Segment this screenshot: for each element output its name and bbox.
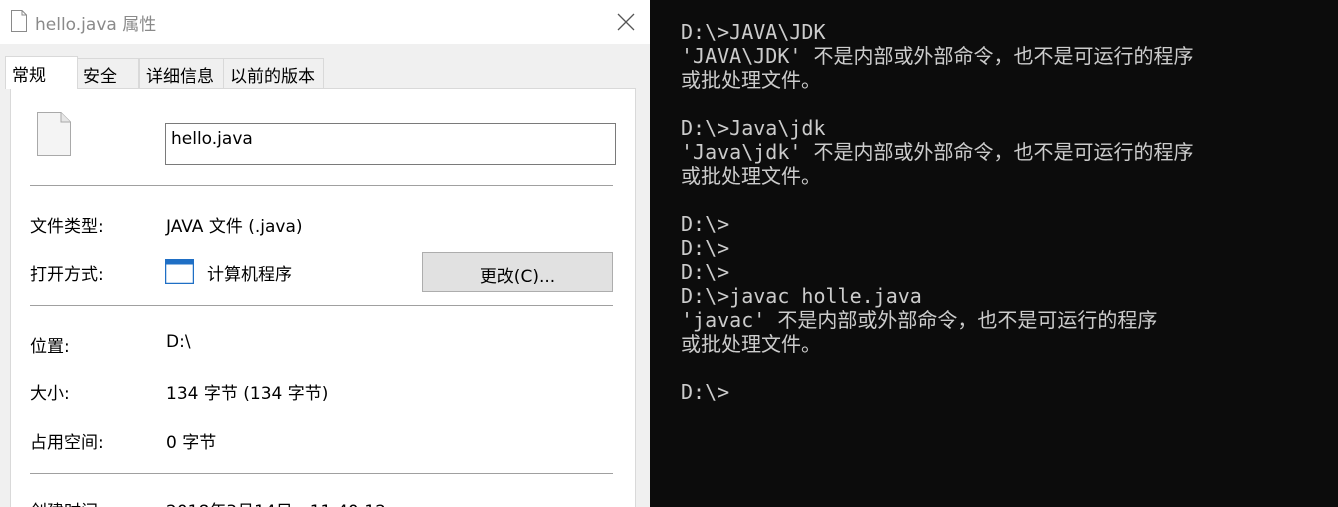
window-title: hello.java 属性 [35,15,157,35]
document-icon [37,112,71,156]
application-icon [165,259,194,284]
tab-details[interactable]: 详细信息 [139,58,224,88]
close-button[interactable] [604,0,648,44]
console-line: D:\> [681,212,730,236]
console-line: D:\> [681,260,730,284]
close-icon [617,13,635,31]
tab-previous-versions[interactable]: 以前的版本 [223,58,324,88]
console-line: 'javac' 不是内部或外部命令，也不是可运行的程序 [681,308,1158,332]
created-label: 创建时间: [30,497,104,507]
opens-with-label: 打开方式: [30,265,104,285]
tab-strip: 常规 安全 详细信息 以前的版本 [0,44,650,89]
tab-security[interactable]: 安全 [76,58,139,88]
properties-dialog: hello.java 属性 常规 安全 详细信息 以前的版本 hello.jav… [0,0,650,507]
filename-field[interactable]: hello.java [165,123,616,165]
size-value: 134 字节 (134 字节) [166,384,329,404]
console-prompt: D:\> [681,380,730,404]
tab-general[interactable]: 常规 [5,56,78,89]
location-label: 位置: [30,337,70,357]
console-line: 'Java\jdk' 不是内部或外部命令，也不是可运行的程序 [681,140,1194,164]
opens-with-value: 计算机程序 [207,265,292,285]
console-line: 或批处理文件。 [681,68,821,92]
file-type-value: JAVA 文件 (.java) [166,217,303,237]
separator [30,473,613,474]
console-line: 'JAVA\JDK' 不是内部或外部命令，也不是可运行的程序 [681,44,1194,68]
file-icon [11,10,27,32]
location-value: D:\ [166,332,191,352]
size-on-disk-label: 占用空间: [30,433,104,453]
console-line: D:\>Java\jdk [681,116,826,140]
console-line: D:\>JAVA\JDK [681,20,826,44]
console-line: D:\>javac holle.java [681,284,922,308]
file-type-label: 文件类型: [30,217,104,237]
console-line: 或批处理文件。 [681,164,821,188]
created-value: 2018年3月14日，11:40:12 [166,497,386,507]
console-line: D:\> [681,236,730,260]
change-button[interactable]: 更改(C)... [422,252,613,292]
size-label: 大小: [30,384,70,404]
console-line: 或批处理文件。 [681,332,821,356]
title-bar[interactable]: hello.java 属性 [0,0,650,44]
separator [30,305,613,306]
general-panel: hello.java 文件类型: JAVA 文件 (.java) 打开方式: 计… [10,88,636,507]
separator [30,185,613,186]
console-window[interactable]: D:\>JAVA\JDK 'JAVA\JDK' 不是内部或外部命令，也不是可运行… [681,0,1338,507]
size-on-disk-value: 0 字节 [166,433,217,453]
